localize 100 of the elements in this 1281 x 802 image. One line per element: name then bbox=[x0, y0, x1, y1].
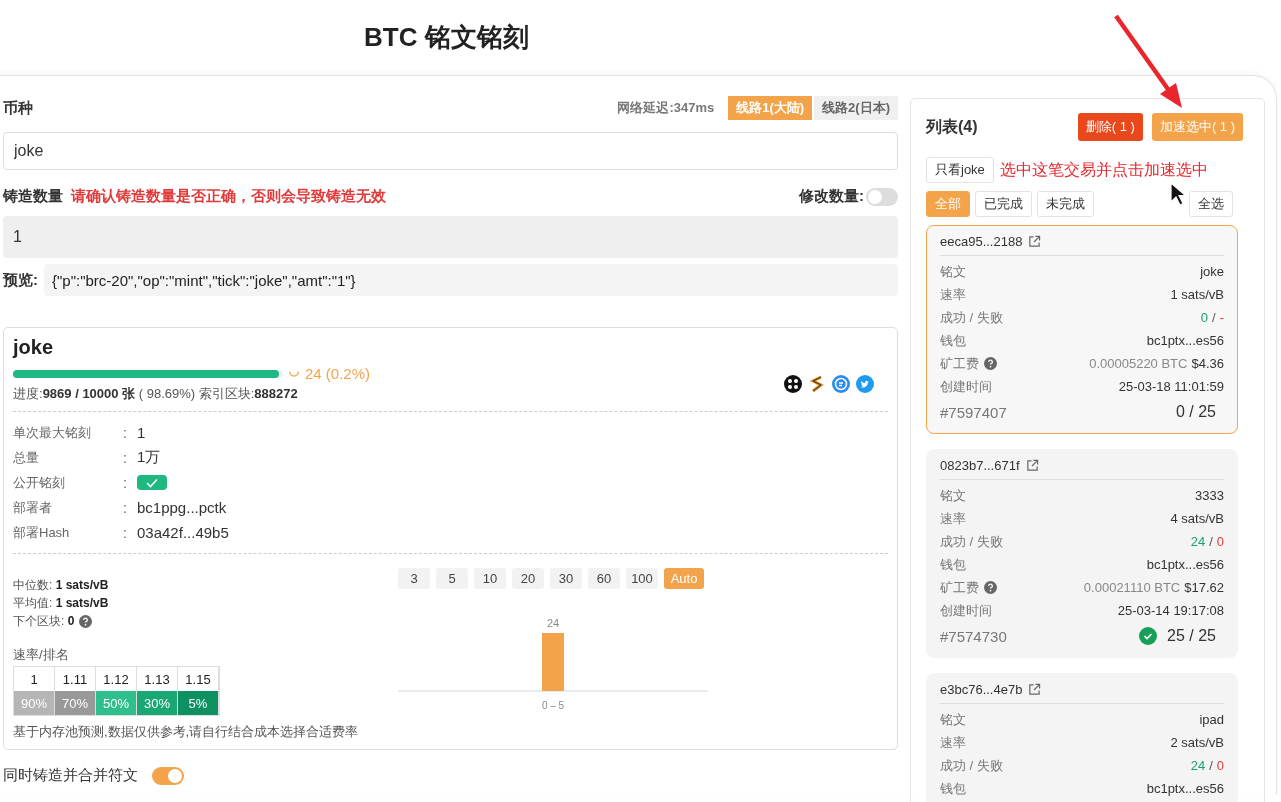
field-label: 钱包 bbox=[940, 779, 966, 798]
field-value: 3333 bbox=[1195, 488, 1224, 503]
fee-usd-text: $4.36 bbox=[1191, 356, 1224, 371]
modify-toggle[interactable] bbox=[866, 187, 898, 206]
select-all-button[interactable]: 全选 bbox=[1189, 191, 1233, 217]
field-value: ipad bbox=[1199, 712, 1224, 727]
latency-text: 网络延迟:347ms bbox=[617, 99, 715, 117]
pending-text: 24 (0.2%) bbox=[305, 365, 371, 382]
field-label: 成功 / 失败 bbox=[940, 532, 1003, 551]
detail-value: 1 bbox=[137, 424, 146, 441]
tx-hash-text: eeca95...2188 bbox=[940, 234, 1023, 249]
fail-count: - bbox=[1219, 310, 1224, 325]
fee-option[interactable]: 60 bbox=[588, 568, 620, 589]
bird-icon bbox=[856, 375, 874, 393]
rank-cell: 50% bbox=[96, 691, 137, 715]
field-value: 25-03-18 11:01:59 bbox=[1118, 379, 1224, 394]
fee-option[interactable]: 3 bbox=[398, 568, 430, 589]
field-label: 速率 bbox=[940, 733, 966, 752]
field-value: 1 sats/vB bbox=[1170, 287, 1224, 302]
success-count: 24 bbox=[1190, 758, 1206, 773]
field-label: 成功 / 失败 bbox=[940, 308, 1003, 327]
delete-button[interactable]: 删除( 1 ) bbox=[1077, 113, 1143, 141]
preview-label: 预览: bbox=[3, 270, 38, 290]
amount-input-field[interactable]: 1 bbox=[3, 216, 898, 258]
token-name: joke bbox=[13, 336, 55, 359]
fee-option[interactable]: 20 bbox=[512, 568, 544, 589]
annotation-text: 选中这笔交易并点击加速选中 bbox=[999, 159, 1208, 180]
field-label: 速率 bbox=[940, 285, 966, 304]
order-id: #7574730 bbox=[940, 627, 1007, 645]
fee-option[interactable]: 100 bbox=[626, 568, 658, 589]
tx-hash-text: 0823b7...671f bbox=[940, 458, 1020, 473]
slash-text: / bbox=[1209, 534, 1213, 549]
field-label: 铭文 bbox=[940, 486, 966, 505]
detail-value: bc1ppg...pctk bbox=[137, 499, 227, 516]
fee-option[interactable]: 5 bbox=[436, 568, 468, 589]
slash-text: / bbox=[1212, 310, 1216, 325]
fee-option[interactable]: 30 bbox=[550, 568, 582, 589]
amount-label: 铸造数量 bbox=[3, 187, 63, 206]
colon-text: : bbox=[123, 449, 128, 466]
field-label: 速率 bbox=[940, 509, 966, 528]
field-label: 铭文 bbox=[940, 262, 966, 281]
page-title: BTC 铭文铭刻 bbox=[363, 21, 530, 54]
progress-text: 进度:9869 / 10000 张 ( 98.69%) 索引区块:888272 bbox=[13, 385, 299, 403]
rank-label: 速率/排名 bbox=[13, 646, 70, 664]
list-title: 列表(4) bbox=[926, 116, 978, 137]
order-id: #7597407 bbox=[940, 403, 1007, 421]
note-text: 基于内存池预测,数据仅供参考,请自行结合成本选择合适费率 bbox=[13, 723, 360, 741]
warning-text: 请确认铸造数量是否正确，否则会导致铸造无效 bbox=[71, 187, 386, 206]
coin-input-field[interactable]: joke bbox=[3, 132, 898, 170]
category-label: 0 – 5 bbox=[541, 700, 565, 711]
field-label: 钱包 bbox=[940, 331, 966, 350]
field-label: 钱包 bbox=[940, 555, 966, 574]
success-count: 24 bbox=[1190, 534, 1206, 549]
filter-tab[interactable]: 未完成 bbox=[1037, 191, 1094, 217]
dots-circle-icon bbox=[784, 375, 802, 393]
detail-label: 公开铭刻 bbox=[13, 473, 66, 492]
modify-label: 修改数量: bbox=[799, 187, 864, 206]
external-link-icon bbox=[1028, 235, 1042, 248]
detail-value: 1万 bbox=[137, 448, 161, 467]
success-count: 0 bbox=[1200, 310, 1209, 325]
progress-count: 0 / 25 bbox=[1175, 403, 1216, 421]
spinner-icon bbox=[289, 370, 299, 377]
preview-field: {"p":"brc-20","op":"mint","tick":"joke","amt":"1"} bbox=[44, 264, 898, 296]
field-value: 4 sats/vB bbox=[1170, 511, 1224, 526]
rank-cell: 70% bbox=[55, 691, 96, 715]
field-value: bc1ptx...es56 bbox=[1146, 333, 1224, 348]
fail-count: 0 bbox=[1216, 534, 1224, 549]
route-tab[interactable]: 线路2(日本) bbox=[814, 96, 898, 120]
field-label: 铭文 bbox=[940, 710, 966, 729]
chart-bar bbox=[542, 633, 564, 691]
order-card[interactable]: 0823b7...671f 铭文 3333 速率 4 sats/vB 成功 / 失败 24 / 0 钱包 bc1ptx...es56 矿工费 0.00021110 BTC $17.62 创建时间 25-03-14 19:17:08 #7574730 25 / 25 bbox=[926, 449, 1238, 658]
coin-label: 币种 bbox=[3, 98, 33, 118]
rank-cell: 90% bbox=[14, 691, 55, 715]
order-card[interactable]: e3bc76...4e7b 铭文 ipad 速率 2 sats/vB 成功 / 失败 24 / 0 钱包 bc1ptx...es56 bbox=[926, 673, 1238, 802]
field-label: 矿工费 bbox=[940, 578, 979, 597]
fee-usd-text: $17.62 bbox=[1184, 580, 1224, 595]
detail-label: 部署Hash bbox=[13, 523, 71, 542]
merge-toggle[interactable] bbox=[152, 766, 184, 785]
filter-button[interactable]: 只看joke bbox=[926, 157, 994, 183]
tx-hash-text: e3bc76...4e7b bbox=[940, 682, 1023, 697]
filter-tab[interactable]: 已完成 bbox=[975, 191, 1032, 217]
fail-count: 0 bbox=[1216, 758, 1224, 773]
detail-label: 总量 bbox=[13, 448, 40, 467]
stat-text: 平均值: 1 sats/vB bbox=[13, 594, 109, 612]
detail-label: 部署者 bbox=[13, 498, 53, 517]
rank-cell: 5% bbox=[178, 691, 219, 715]
field-value: 25-03-14 19:17:08 bbox=[1117, 603, 1224, 618]
field-label: 矿工费 bbox=[940, 354, 979, 373]
fee-btc-text: 0.00005220 BTC bbox=[1089, 356, 1188, 371]
bar-value-label: 24 bbox=[546, 617, 560, 629]
field-value: 2 sats/vB bbox=[1170, 735, 1224, 750]
fee-option[interactable]: 10 bbox=[474, 568, 506, 589]
merge-label: 同时铸造并合并符文 bbox=[3, 766, 138, 785]
order-card[interactable]: eeca95...2188 铭文 joke 速率 1 sats/vB 成功 / 失败 0 / - 钱包 bc1ptx...es56 矿工费 0.00005220 BTC $4.36 创建时间 25-03-18 11:01:59 #7597407 0 / 25 bbox=[926, 225, 1238, 434]
external-link-icon bbox=[1028, 683, 1042, 696]
field-label: 成功 / 失败 bbox=[940, 756, 1003, 775]
slash-text: / bbox=[1209, 758, 1213, 773]
progress-count: 25 / 25 bbox=[1167, 627, 1216, 645]
cursor-icon bbox=[1170, 182, 1186, 206]
colon-text: : bbox=[123, 499, 128, 516]
